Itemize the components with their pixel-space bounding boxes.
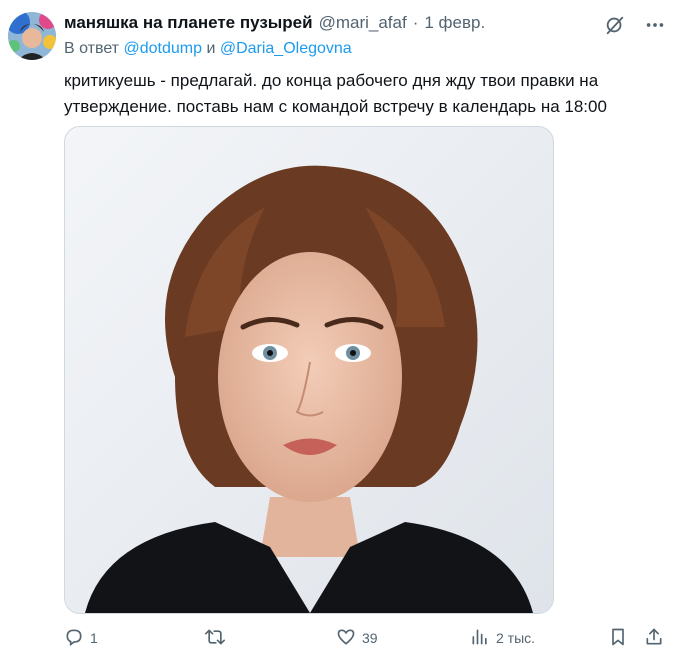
avatar[interactable]: [8, 12, 56, 60]
tweet-photo[interactable]: [64, 126, 554, 614]
tweet-text-line: критикуешь - предлагай. до конца рабочег…: [64, 71, 599, 90]
bookmark-button[interactable]: [608, 627, 628, 650]
tweet-text-line: утверждение. поставь нам с командой встр…: [64, 97, 607, 116]
tweet: маняшка на планете пузырей @mari_afaf · …: [0, 0, 680, 657]
like-button[interactable]: 39: [336, 627, 378, 650]
bookmark-icon: [608, 627, 628, 650]
top-actions: [604, 14, 666, 36]
retweet-button[interactable]: [204, 627, 232, 650]
reply-button[interactable]: 1: [64, 627, 98, 650]
reply-joiner: и: [206, 40, 216, 57]
mention-link[interactable]: @dotdump: [123, 40, 202, 57]
grok-icon[interactable]: [604, 14, 626, 36]
views-count: 2 тыс.: [496, 630, 536, 646]
retweet-icon: [204, 627, 226, 650]
tweet-text: критикуешь - предлагай. до конца рабочег…: [64, 68, 664, 120]
views-button[interactable]: 2 тыс.: [470, 627, 535, 650]
views-icon: [470, 627, 490, 650]
author-handle[interactable]: @mari_afaf: [319, 13, 407, 33]
reply-icon: [64, 627, 84, 650]
like-count: 39: [362, 630, 378, 646]
tweet-date[interactable]: 1 февр.: [424, 13, 485, 33]
reply-count: 1: [90, 630, 98, 646]
reply-prefix: В ответ: [64, 40, 120, 57]
tweet-header: маняшка на планете пузырей @mari_afaf · …: [64, 10, 610, 36]
share-button[interactable]: [644, 627, 664, 650]
share-icon: [644, 627, 664, 650]
separator-dot: ·: [412, 13, 419, 32]
reply-context: В ответ @dotdump и @Daria_Olegovna: [64, 40, 352, 58]
tweet-actions: 1 39 2 тыс.: [64, 624, 666, 652]
mention-link[interactable]: @Daria_Olegovna: [220, 40, 352, 57]
more-icon[interactable]: [644, 14, 666, 36]
author-display-name[interactable]: маняшка на планете пузырей: [64, 13, 313, 33]
like-icon: [336, 627, 356, 650]
